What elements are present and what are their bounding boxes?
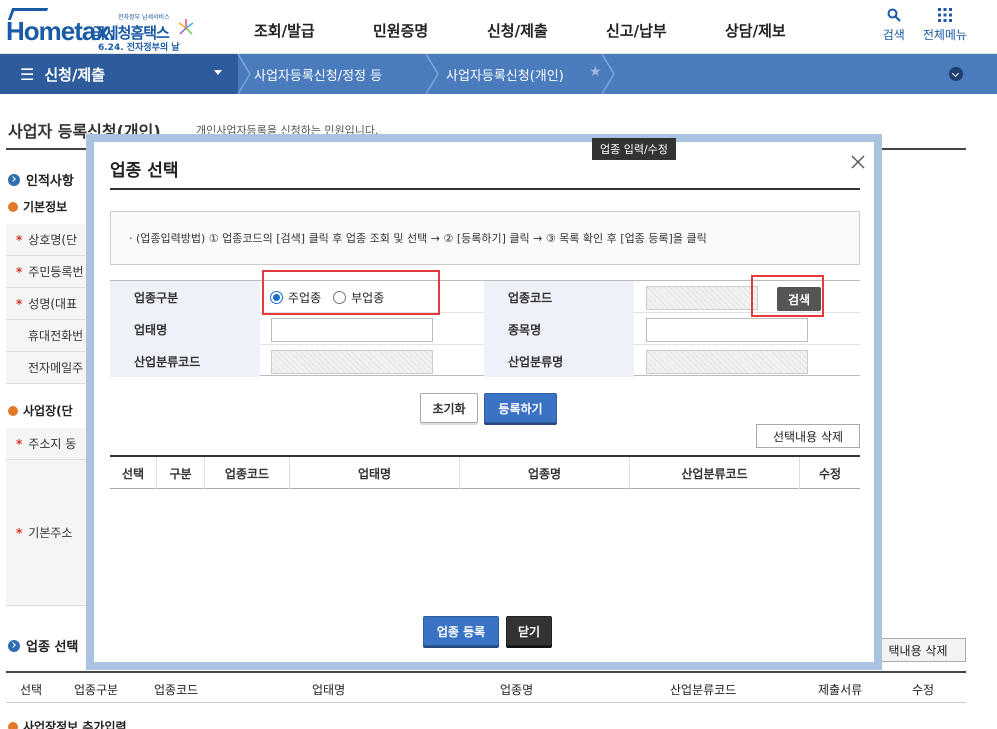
gnb-item-inquiry[interactable]: 조회/발급 — [254, 20, 315, 41]
item-name-input[interactable] — [646, 318, 808, 342]
all-menu-button[interactable]: 전체메뉴 — [923, 8, 967, 43]
subsection-bullet-icon — [8, 201, 18, 212]
subsection-bullet-icon — [8, 405, 18, 416]
form-row-type: 업종구분 주업종 부업종 업종코드 검색 — [110, 281, 860, 313]
grid-icon — [937, 8, 952, 22]
section-business-heading: 사업장(단 — [8, 402, 73, 419]
breadcrumb-separator-icon — [601, 54, 615, 94]
form-row-names: 업태명 종목명 — [110, 313, 860, 345]
section-business-label: 사업장(단 — [23, 404, 73, 418]
table-header-cell: 선택 — [20, 683, 43, 697]
breadcrumb-item-2[interactable]: 사업자등록신청(개인) — [446, 54, 564, 94]
section-basic-heading: 기본정보 — [8, 198, 67, 215]
breadcrumb-bar: ☰ 신청/제출 사업자등록신청/정정 등 사업자등록신청(개인) ★ — [0, 54, 997, 94]
highlight-search-box — [751, 275, 824, 317]
table-header-cell: 업태명 — [312, 683, 346, 697]
modal-tooltip: 업종 입력/수정 — [592, 138, 676, 160]
firework-icon — [178, 19, 194, 35]
breadcrumb-separator-icon — [425, 54, 439, 94]
section-basic-label: 기본정보 — [23, 200, 68, 214]
search-menu-button[interactable]: 검색 — [883, 8, 905, 43]
ind-name-field — [646, 350, 808, 374]
section-extra-label: 사업장정보 추가입력 — [23, 720, 127, 729]
industry-select-modal: 업종 선택 · (업종입력방법) ① 업종코드의 [검색] 클릭 후 업종 조회… — [94, 142, 874, 662]
close-icon[interactable] — [850, 154, 866, 170]
table-header-cell: 산업분류코드 — [670, 683, 737, 697]
search-icon — [887, 8, 901, 22]
list-header-cell: 업종명 — [460, 457, 630, 489]
top-icons: 검색 전체메뉴 — [883, 8, 967, 43]
ind-code-label: 산업분류코드 — [110, 345, 260, 377]
gnb-item-certificate[interactable]: 민원증명 — [373, 20, 428, 41]
biz-name-label: 업태명 — [110, 313, 260, 345]
expand-circle-icon[interactable] — [949, 67, 963, 81]
industry-list-header: 선택 구분 업종코드 업태명 업종명 산업분류코드 수정 — [110, 455, 860, 489]
section-bullet-icon — [8, 639, 20, 652]
modal-title-divider — [110, 188, 860, 190]
table-header-cell: 업종명 — [500, 683, 534, 697]
item-name-label: 종목명 — [484, 313, 634, 345]
gnb-item-apply[interactable]: 신청/제출 — [487, 20, 548, 41]
section-industry-heading: 업종 선택 — [8, 636, 78, 655]
delete-selection-button[interactable]: 선택내용 삭제 — [756, 424, 860, 448]
section-industry-label: 업종 선택 — [26, 640, 79, 655]
list-header-cell: 구분 — [157, 457, 205, 489]
section-personal-heading: 인적사항 — [8, 170, 74, 189]
close-button[interactable]: 닫기 — [506, 616, 552, 646]
current-menu-label: 신청/제출 — [44, 65, 106, 84]
biz-name-input[interactable] — [271, 318, 433, 342]
bg-delete-selection-button[interactable]: 택내용 삭제 — [870, 638, 966, 662]
form-row-label: * 주소지 동 — [6, 428, 96, 460]
form-row-label: 휴대전화번 — [6, 320, 96, 352]
code-label: 업종코드 — [484, 281, 634, 313]
submit-industry-button[interactable]: 업종 등록 — [423, 616, 499, 646]
section-extra-heading: 사업장정보 추가입력 — [8, 718, 127, 729]
form-row-label: * 상호명(단 — [6, 224, 96, 256]
logo-day: 6.24. 전자정부의 날 — [98, 43, 180, 53]
breadcrumb-separator-icon — [237, 54, 251, 94]
highlight-radio-box — [262, 270, 440, 315]
top-header: Hometax. 전자정부 납세서비스 국세청홈택스 6.24. 전자정부의 날… — [0, 0, 997, 54]
table-header-cell: 제출서류 — [818, 683, 863, 697]
industry-table-header: 선택 업종구분 업종코드 업태명 업종명 산업분류코드 제출서류 수정 — [6, 671, 966, 703]
table-header-cell: 수정 — [912, 683, 935, 697]
subsection-bullet-icon — [8, 721, 18, 729]
industry-code-field — [646, 286, 758, 310]
section-bullet-icon — [8, 173, 20, 186]
form-row-label: * 성명(대표 — [6, 288, 96, 320]
search-menu-label: 검색 — [882, 28, 905, 42]
list-header-cell: 업종코드 — [205, 457, 290, 489]
logo-small-text: 전자정부 납세서비스 — [118, 14, 170, 21]
caret-down-icon — [214, 70, 222, 75]
form-row-label: * 주민등록번 — [6, 256, 96, 288]
type-label: 업종구분 — [110, 281, 260, 313]
gnb-item-consult[interactable]: 상담/제보 — [725, 20, 786, 41]
form-row-label: * 기본주소 — [6, 460, 96, 606]
all-menu-label: 전체메뉴 — [922, 28, 967, 42]
table-header-cell: 업종구분 — [74, 683, 119, 697]
gnb-item-report[interactable]: 신고/납부 — [606, 20, 667, 41]
table-header-cell: 업종코드 — [154, 683, 199, 697]
section-personal-label: 인적사항 — [26, 174, 74, 189]
input-instructions: · (업종입력방법) ① 업종코드의 [검색] 클릭 후 업종 조회 및 선택 … — [110, 211, 860, 265]
list-header-cell: 수정 — [818, 466, 842, 481]
reset-button[interactable]: 초기화 — [420, 393, 478, 423]
hometax-logo[interactable]: Hometax. 전자정부 납세서비스 국세청홈택스 6.24. 전자정부의 날 — [6, 8, 206, 53]
list-header-cell: 산업분류코드 — [630, 457, 800, 489]
modal-title: 업종 선택 — [110, 161, 179, 181]
current-menu-dropdown[interactable]: ☰ 신청/제출 — [0, 54, 238, 94]
hamburger-icon: ☰ — [20, 64, 35, 84]
form-row-industry-class: 산업분류코드 산업분류명 — [110, 345, 860, 377]
list-header-cell: 업태명 — [290, 457, 460, 489]
form-row-label: 전자메일주 — [6, 352, 96, 384]
ind-name-label: 산업분류명 — [484, 345, 634, 377]
register-button[interactable]: 등록하기 — [484, 393, 557, 423]
industry-form: 업종구분 주업종 부업종 업종코드 검색 업태명 종목명 산업분류코드 산업분류… — [110, 280, 860, 377]
breadcrumb-item-1[interactable]: 사업자등록신청/정정 등 — [254, 54, 382, 94]
list-header-cell: 선택 — [110, 457, 157, 489]
ind-code-field — [271, 350, 433, 374]
